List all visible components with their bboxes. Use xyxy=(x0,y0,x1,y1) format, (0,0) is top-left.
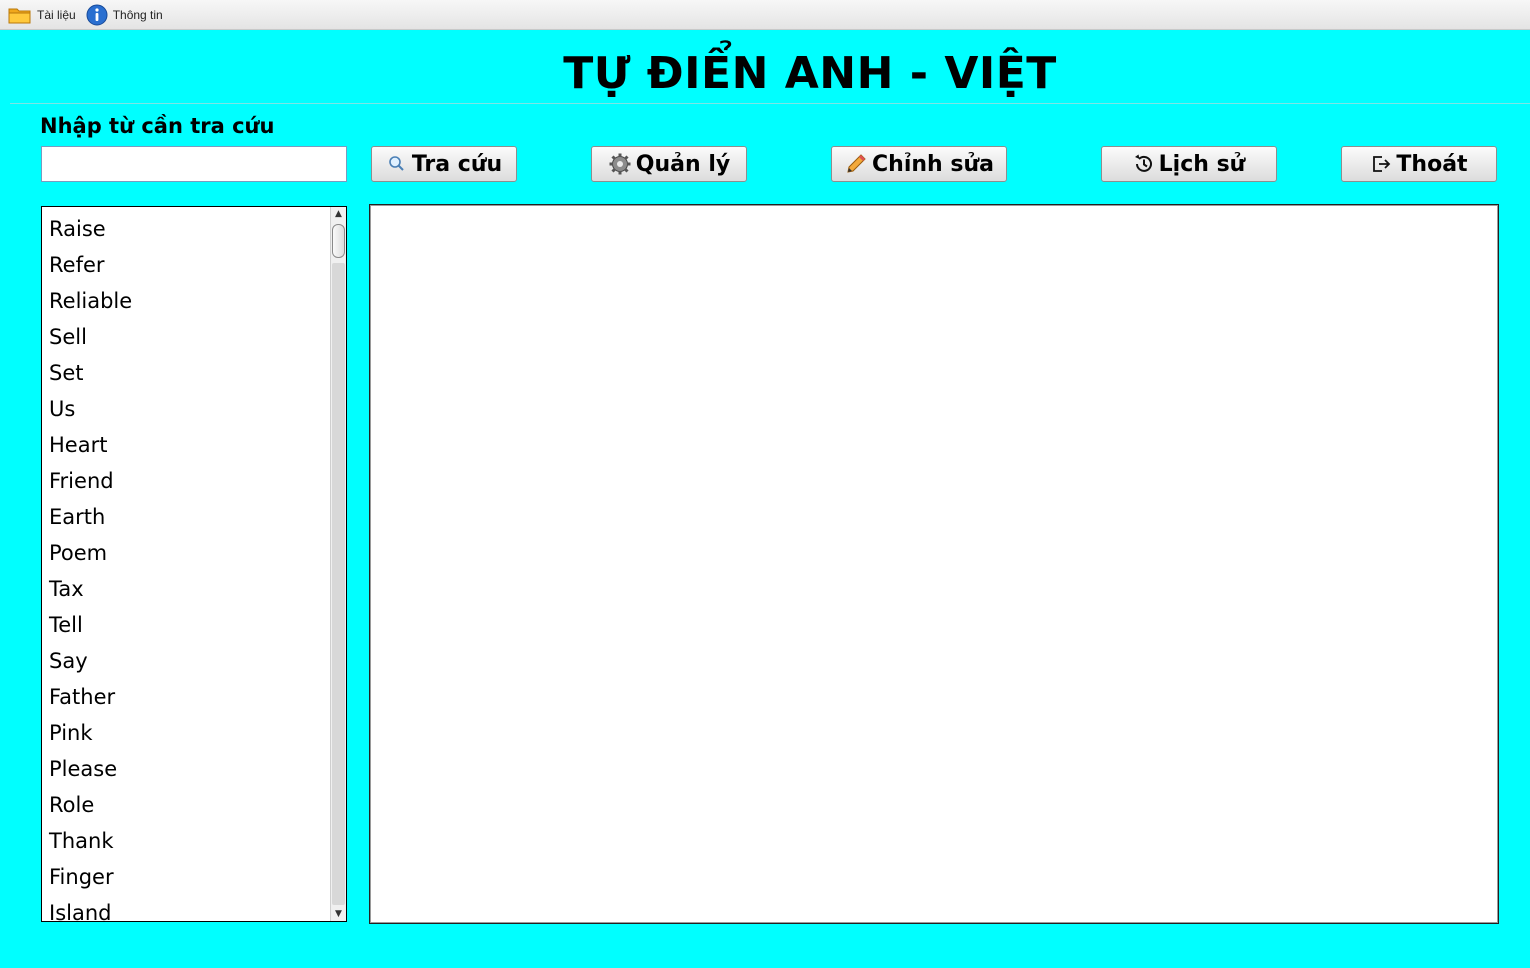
search-input[interactable] xyxy=(41,146,347,182)
sign-out-icon xyxy=(1370,153,1392,175)
list-item[interactable]: Sell xyxy=(42,319,346,355)
list-item[interactable]: Pink xyxy=(42,715,346,751)
word-list[interactable]: Raise Refer Reliable Sell Set Us Heart F… xyxy=(41,206,347,922)
list-item[interactable]: Reliable xyxy=(42,283,346,319)
exit-button-label: Thoát xyxy=(1396,151,1468,177)
list-item[interactable]: Father xyxy=(42,679,346,715)
scroll-up-arrow-icon[interactable]: ▲ xyxy=(331,207,346,221)
title-divider xyxy=(10,103,1530,104)
menu-item-info[interactable]: Thông tin xyxy=(86,4,163,26)
list-item[interactable]: Thank xyxy=(42,823,346,859)
list-item[interactable]: Please xyxy=(42,751,346,787)
edit-button[interactable]: Chỉnh sửa xyxy=(831,146,1007,182)
lookup-button-label: Tra cứu xyxy=(411,151,503,177)
manage-button-label: Quản lý xyxy=(635,151,731,177)
exit-button[interactable]: Thoát xyxy=(1341,146,1497,182)
list-item[interactable]: Finger xyxy=(42,859,346,895)
menu-item-label: Tài liệu xyxy=(37,7,76,22)
page-title: TỰ ĐIỂN ANH - VIỆT xyxy=(563,48,1057,99)
edit-button-label: Chỉnh sửa xyxy=(872,151,994,177)
menu-item-label: Thông tin xyxy=(112,7,163,22)
menu-separator xyxy=(0,30,1530,34)
menu-bar: Tài liệu Thông tin xyxy=(0,0,1530,30)
list-item[interactable]: Raise xyxy=(42,211,346,247)
list-item[interactable]: Earth xyxy=(42,499,346,535)
list-item[interactable]: Role xyxy=(42,787,346,823)
definition-pane[interactable] xyxy=(369,204,1499,924)
gear-icon xyxy=(608,152,632,176)
history-icon xyxy=(1133,153,1155,175)
search-label: Nhập từ cần tra cứu xyxy=(40,114,275,138)
list-item[interactable]: Friend xyxy=(42,463,346,499)
info-icon xyxy=(86,4,108,26)
history-button-label: Lịch sử xyxy=(1158,151,1246,177)
scroll-thumb[interactable] xyxy=(332,224,345,258)
list-item[interactable]: Island xyxy=(42,895,346,921)
magnifier-icon xyxy=(386,153,408,175)
list-item[interactable]: Set xyxy=(42,355,346,391)
list-item[interactable]: Refer xyxy=(42,247,346,283)
folder-icon xyxy=(8,5,32,25)
list-item[interactable]: Heart xyxy=(42,427,346,463)
list-item[interactable]: Tax xyxy=(42,571,346,607)
list-item[interactable]: Say xyxy=(42,643,346,679)
pencil-icon xyxy=(844,152,868,176)
scroll-track[interactable] xyxy=(332,263,345,905)
scroll-down-arrow-icon[interactable]: ▼ xyxy=(331,907,346,921)
history-button[interactable]: Lịch sử xyxy=(1101,146,1277,182)
menu-item-documents[interactable]: Tài liệu xyxy=(8,5,76,25)
list-item[interactable]: Poem xyxy=(42,535,346,571)
list-item[interactable]: Us xyxy=(42,391,346,427)
manage-button[interactable]: Quản lý xyxy=(591,146,747,182)
lookup-button[interactable]: Tra cứu xyxy=(371,146,517,182)
list-item[interactable]: Tell xyxy=(42,607,346,643)
word-list-scrollbar[interactable]: ▲ ▼ xyxy=(330,207,346,921)
